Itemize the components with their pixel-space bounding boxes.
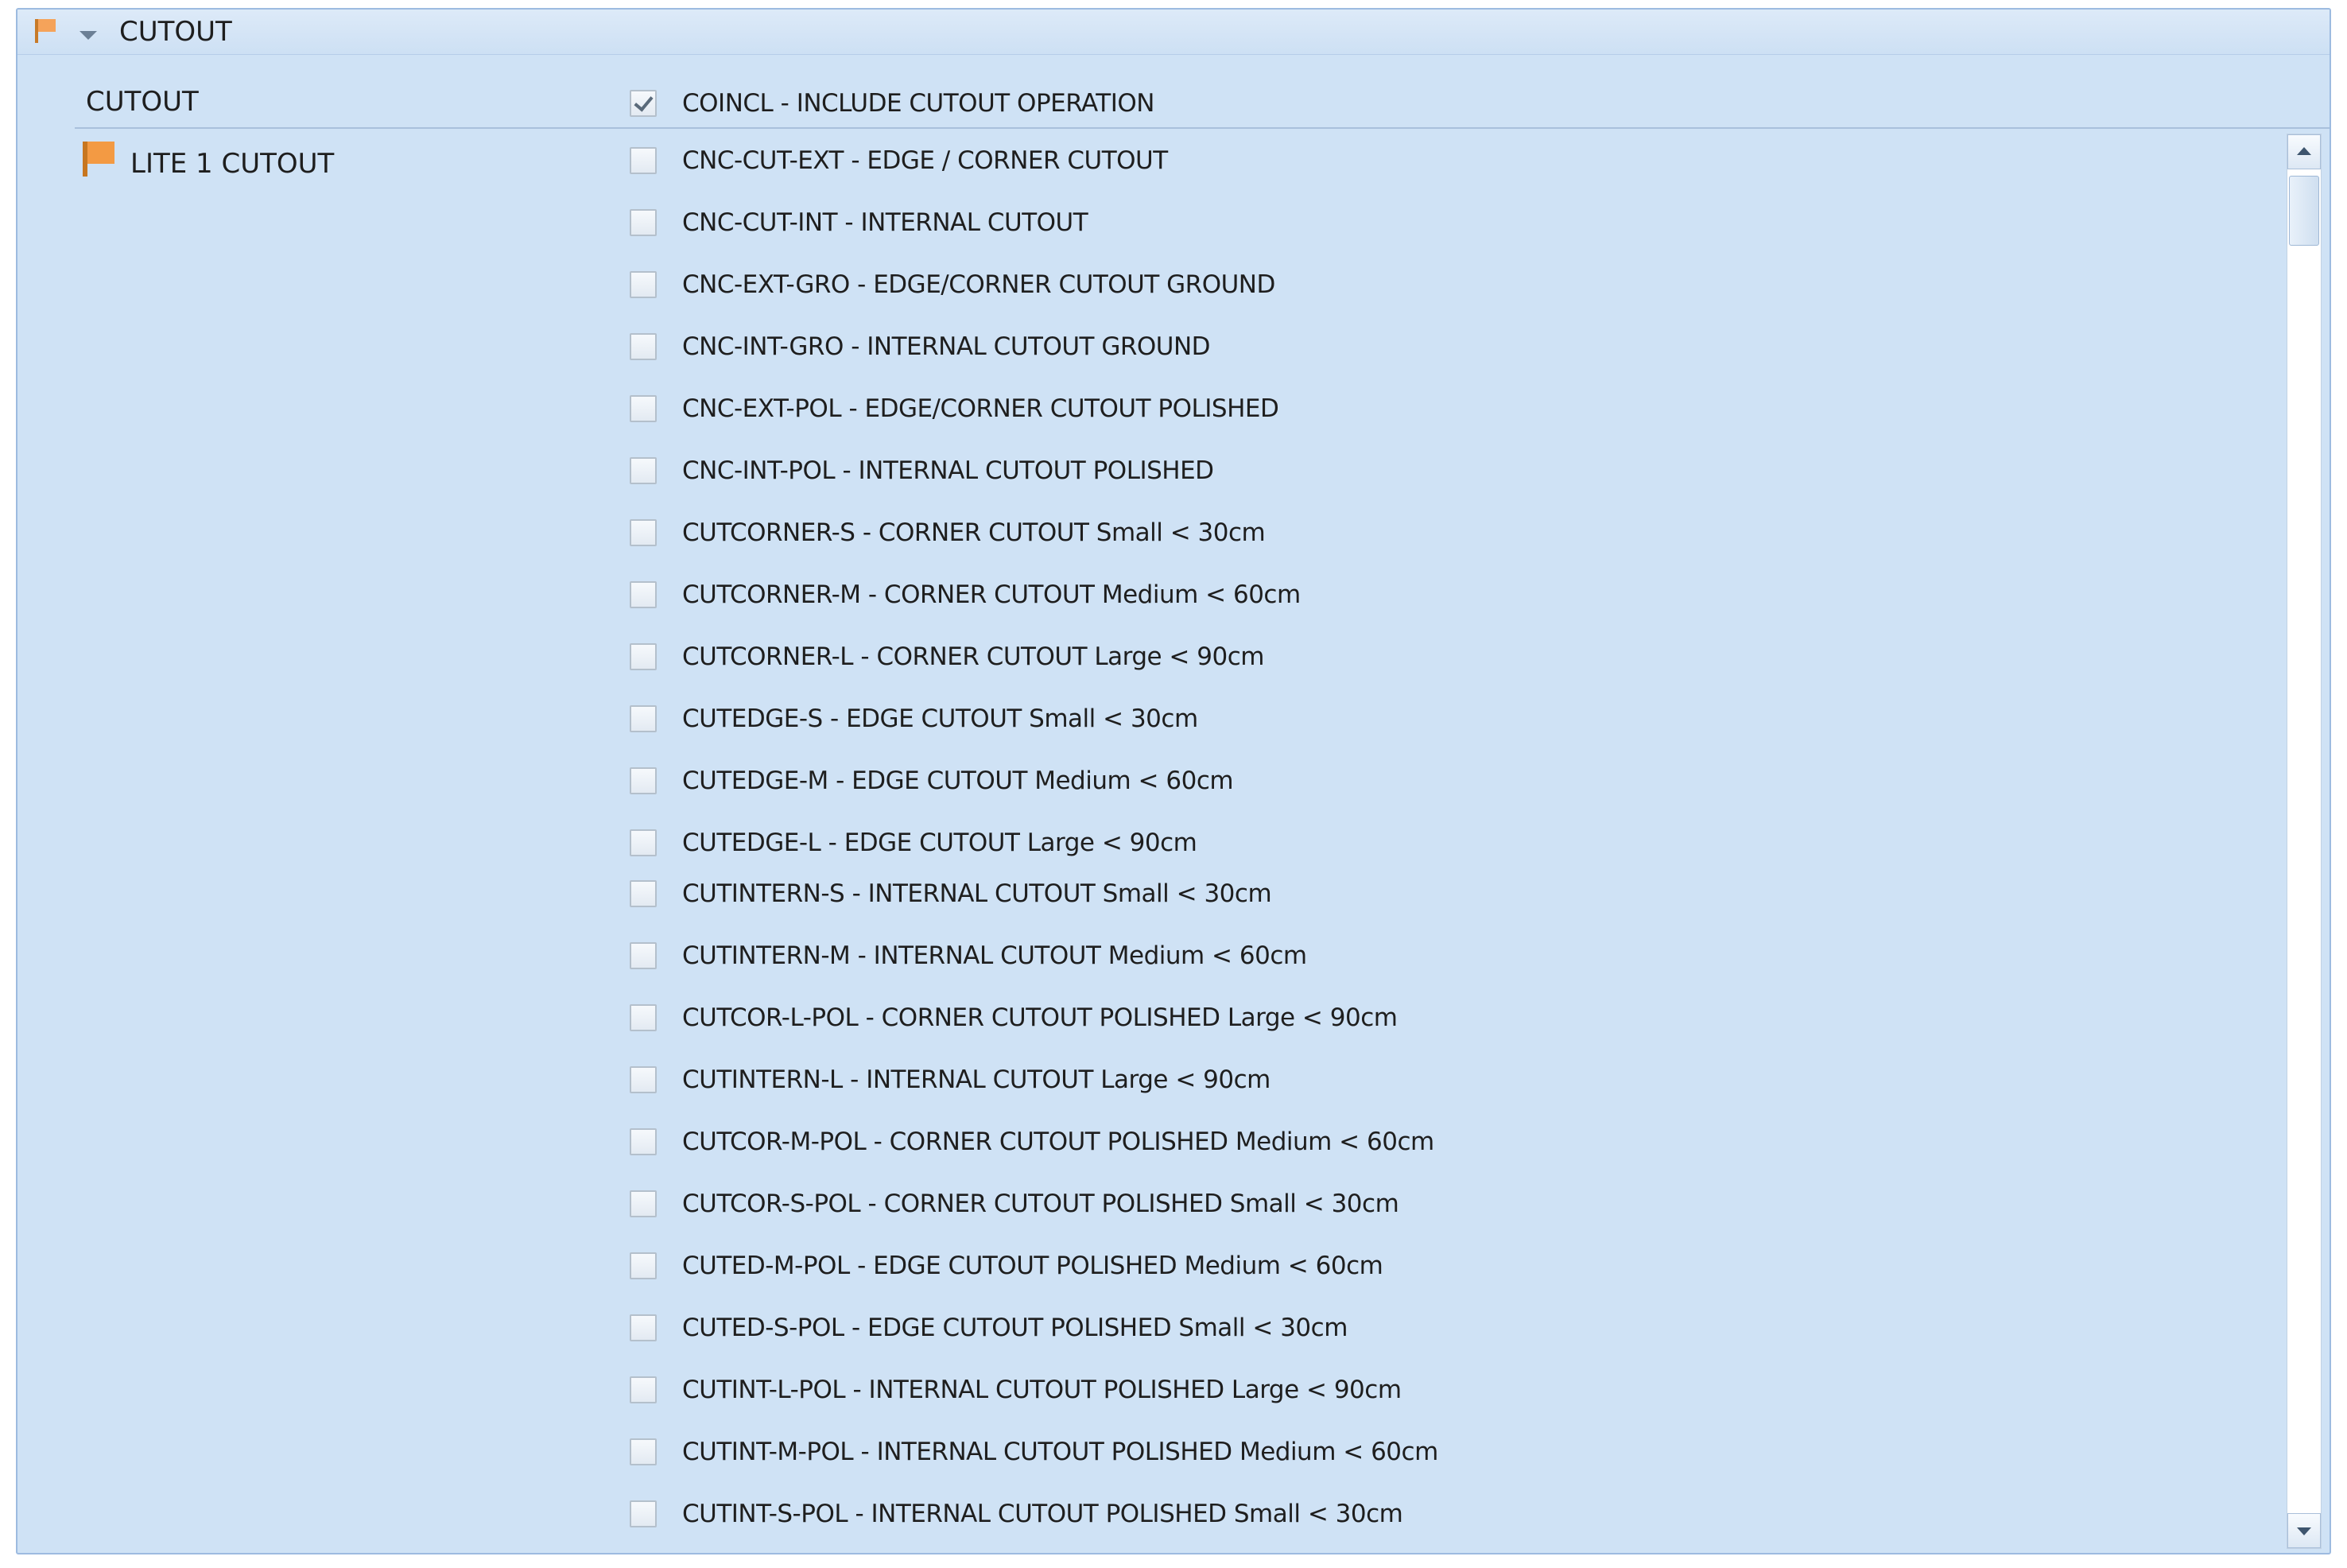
- option-row[interactable]: CUTED-M-POL - EDGE CUTOUT POLISHED Mediu…: [630, 1242, 1383, 1290]
- option-row[interactable]: CUTCORNER-S - CORNER CUTOUT Small < 30cm: [630, 509, 1266, 557]
- checkbox-unchecked[interactable]: [630, 829, 657, 856]
- option-row[interactable]: CUTED-S-POL - EDGE CUTOUT POLISHED Small…: [630, 1304, 1348, 1352]
- option-row[interactable]: CUTEDGE-S - EDGE CUTOUT Small < 30cm: [630, 695, 1198, 743]
- divider: [75, 127, 2330, 129]
- option-label: CUTCOR-M-POL - CORNER CUTOUT POLISHED Me…: [682, 1127, 1434, 1156]
- checkbox-unchecked[interactable]: [630, 880, 657, 907]
- option-row[interactable]: CNC-INT-POL - INTERNAL CUTOUT POLISHED: [630, 447, 1214, 495]
- lite-section-label: LITE 1 CUTOUT: [130, 148, 335, 180]
- option-label: CUTED-M-POL - EDGE CUTOUT POLISHED Mediu…: [682, 1252, 1383, 1280]
- option-row[interactable]: CUTCOR-S-POL - CORNER CUTOUT POLISHED Sm…: [630, 1180, 1399, 1228]
- checkbox-unchecked[interactable]: [630, 705, 657, 732]
- option-label: CUTEDGE-S - EDGE CUTOUT Small < 30cm: [682, 704, 1198, 733]
- checkbox-unchecked[interactable]: [630, 1190, 657, 1217]
- option-label: CNC-CUT-EXT - EDGE / CORNER CUTOUT: [682, 146, 1168, 175]
- option-row[interactable]: CNC-EXT-POL - EDGE/CORNER CUTOUT POLISHE…: [630, 385, 1279, 433]
- arrow-up-icon: [2297, 147, 2311, 155]
- option-row[interactable]: CNC-INT-GRO - INTERNAL CUTOUT GROUND: [630, 323, 1211, 371]
- option-label: CUTEDGE-L - EDGE CUTOUT Large < 90cm: [682, 829, 1197, 857]
- flag-icon: [35, 19, 56, 43]
- checkbox-unchecked[interactable]: [630, 581, 657, 608]
- checkbox-unchecked[interactable]: [630, 643, 657, 670]
- checkbox-unchecked[interactable]: [630, 209, 657, 236]
- option-label: CNC-EXT-POL - EDGE/CORNER CUTOUT POLISHE…: [682, 394, 1279, 423]
- checkbox-unchecked[interactable]: [630, 1252, 657, 1279]
- scrollbar-thumb[interactable]: [2289, 176, 2319, 246]
- checkbox-unchecked[interactable]: [630, 457, 657, 484]
- option-label: CUTEDGE-M - EDGE CUTOUT Medium < 60cm: [682, 767, 1234, 795]
- option-label: CNC-INT-POL - INTERNAL CUTOUT POLISHED: [682, 456, 1214, 485]
- option-label: CUTCOR-L-POL - CORNER CUTOUT POLISHED La…: [682, 1003, 1398, 1032]
- option-row[interactable]: CNC-EXT-GRO - EDGE/CORNER CUTOUT GROUND: [630, 261, 1275, 309]
- checkbox-unchecked[interactable]: [630, 767, 657, 794]
- chevron-down-icon[interactable]: [80, 31, 97, 40]
- checkbox-unchecked[interactable]: [630, 147, 657, 174]
- checkbox-unchecked[interactable]: [630, 1314, 657, 1341]
- option-row[interactable]: CUTEDGE-L - EDGE CUTOUT Large < 90cm: [630, 819, 1197, 867]
- checkbox-unchecked[interactable]: [630, 1500, 657, 1527]
- checkbox-unchecked[interactable]: [630, 1128, 657, 1155]
- option-label: CNC-INT-GRO - INTERNAL CUTOUT GROUND: [682, 332, 1211, 361]
- checkbox-unchecked[interactable]: [630, 942, 657, 969]
- checkbox-unchecked[interactable]: [630, 271, 657, 298]
- option-label: CUTCOR-S-POL - CORNER CUTOUT POLISHED Sm…: [682, 1190, 1399, 1218]
- option-row[interactable]: CUTINTERN-M - INTERNAL CUTOUT Medium < 6…: [630, 932, 1307, 980]
- option-row[interactable]: CUTCOR-M-POL - CORNER CUTOUT POLISHED Me…: [630, 1118, 1434, 1166]
- option-label: CUTINT-M-POL - INTERNAL CUTOUT POLISHED …: [682, 1438, 1438, 1466]
- option-row[interactable]: CUTEDGE-M - EDGE CUTOUT Medium < 60cm: [630, 757, 1234, 805]
- checkbox-unchecked[interactable]: [630, 1376, 657, 1403]
- option-row[interactable]: CNC-CUT-EXT - EDGE / CORNER CUTOUT: [630, 137, 1168, 184]
- option-label: CUTCORNER-M - CORNER CUTOUT Medium < 60c…: [682, 580, 1301, 609]
- option-row[interactable]: CUTINT-L-POL - INTERNAL CUTOUT POLISHED …: [630, 1366, 1402, 1414]
- option-label: CUTINT-S-POL - INTERNAL CUTOUT POLISHED …: [682, 1500, 1403, 1528]
- flag-icon: [83, 142, 114, 177]
- option-label: CNC-EXT-GRO - EDGE/CORNER CUTOUT GROUND: [682, 270, 1275, 299]
- option-row[interactable]: CUTINTERN-L - INTERNAL CUTOUT Large < 90…: [630, 1056, 1270, 1104]
- lite-section: LITE 1 CUTOUT CNC-CUT-EXT - EDGE / CORNE…: [17, 130, 2330, 1553]
- option-label: CUTINTERN-S - INTERNAL CUTOUT Small < 30…: [682, 879, 1272, 908]
- option-label: CUTINTERN-M - INTERNAL CUTOUT Medium < 6…: [682, 941, 1307, 970]
- cutout-field-label: CUTOUT: [86, 86, 199, 118]
- option-row[interactable]: CUTINTERN-S - INTERNAL CUTOUT Small < 30…: [630, 870, 1272, 918]
- checkbox-unchecked[interactable]: [630, 519, 657, 546]
- option-coincl[interactable]: COINCL - INCLUDE CUTOUT OPERATION: [630, 80, 1154, 127]
- option-label: CUTED-S-POL - EDGE CUTOUT POLISHED Small…: [682, 1314, 1348, 1342]
- group-header[interactable]: CUTOUT: [17, 10, 2330, 55]
- checkbox-checked[interactable]: [630, 90, 657, 117]
- group-title: CUTOUT: [119, 16, 232, 48]
- scroll-up-button[interactable]: [2287, 134, 2321, 169]
- checkbox-unchecked[interactable]: [630, 1438, 657, 1465]
- option-label: COINCL - INCLUDE CUTOUT OPERATION: [682, 89, 1154, 118]
- option-row[interactable]: CUTINT-S-POL - INTERNAL CUTOUT POLISHED …: [630, 1490, 1403, 1538]
- checkbox-unchecked[interactable]: [630, 1004, 657, 1031]
- cutout-panel: CUTOUT CUTOUT COINCL - INCLUDE CUTOUT OP…: [16, 8, 2331, 1554]
- option-label: CUTINTERN-L - INTERNAL CUTOUT Large < 90…: [682, 1065, 1270, 1094]
- option-row[interactable]: CUTCOR-L-POL - CORNER CUTOUT POLISHED La…: [630, 994, 1398, 1042]
- scroll-down-button[interactable]: [2287, 1513, 2321, 1548]
- option-row[interactable]: CUTINT-M-POL - INTERNAL CUTOUT POLISHED …: [630, 1428, 1438, 1476]
- option-label: CUTCORNER-L - CORNER CUTOUT Large < 90cm: [682, 642, 1264, 671]
- checkbox-unchecked[interactable]: [630, 1066, 657, 1093]
- option-row[interactable]: CUTCORNER-M - CORNER CUTOUT Medium < 60c…: [630, 571, 1301, 619]
- arrow-down-icon: [2297, 1527, 2311, 1535]
- option-label: CNC-CUT-INT - INTERNAL CUTOUT: [682, 208, 1088, 237]
- checkbox-unchecked[interactable]: [630, 395, 657, 422]
- checkbox-unchecked[interactable]: [630, 333, 657, 360]
- option-label: CUTCORNER-S - CORNER CUTOUT Small < 30cm: [682, 518, 1266, 547]
- vertical-scrollbar[interactable]: [2287, 134, 2322, 1549]
- option-row[interactable]: CNC-CUT-INT - INTERNAL CUTOUT: [630, 199, 1088, 246]
- option-label: CUTINT-L-POL - INTERNAL CUTOUT POLISHED …: [682, 1376, 1402, 1404]
- option-row[interactable]: CUTCORNER-L - CORNER CUTOUT Large < 90cm: [630, 633, 1264, 681]
